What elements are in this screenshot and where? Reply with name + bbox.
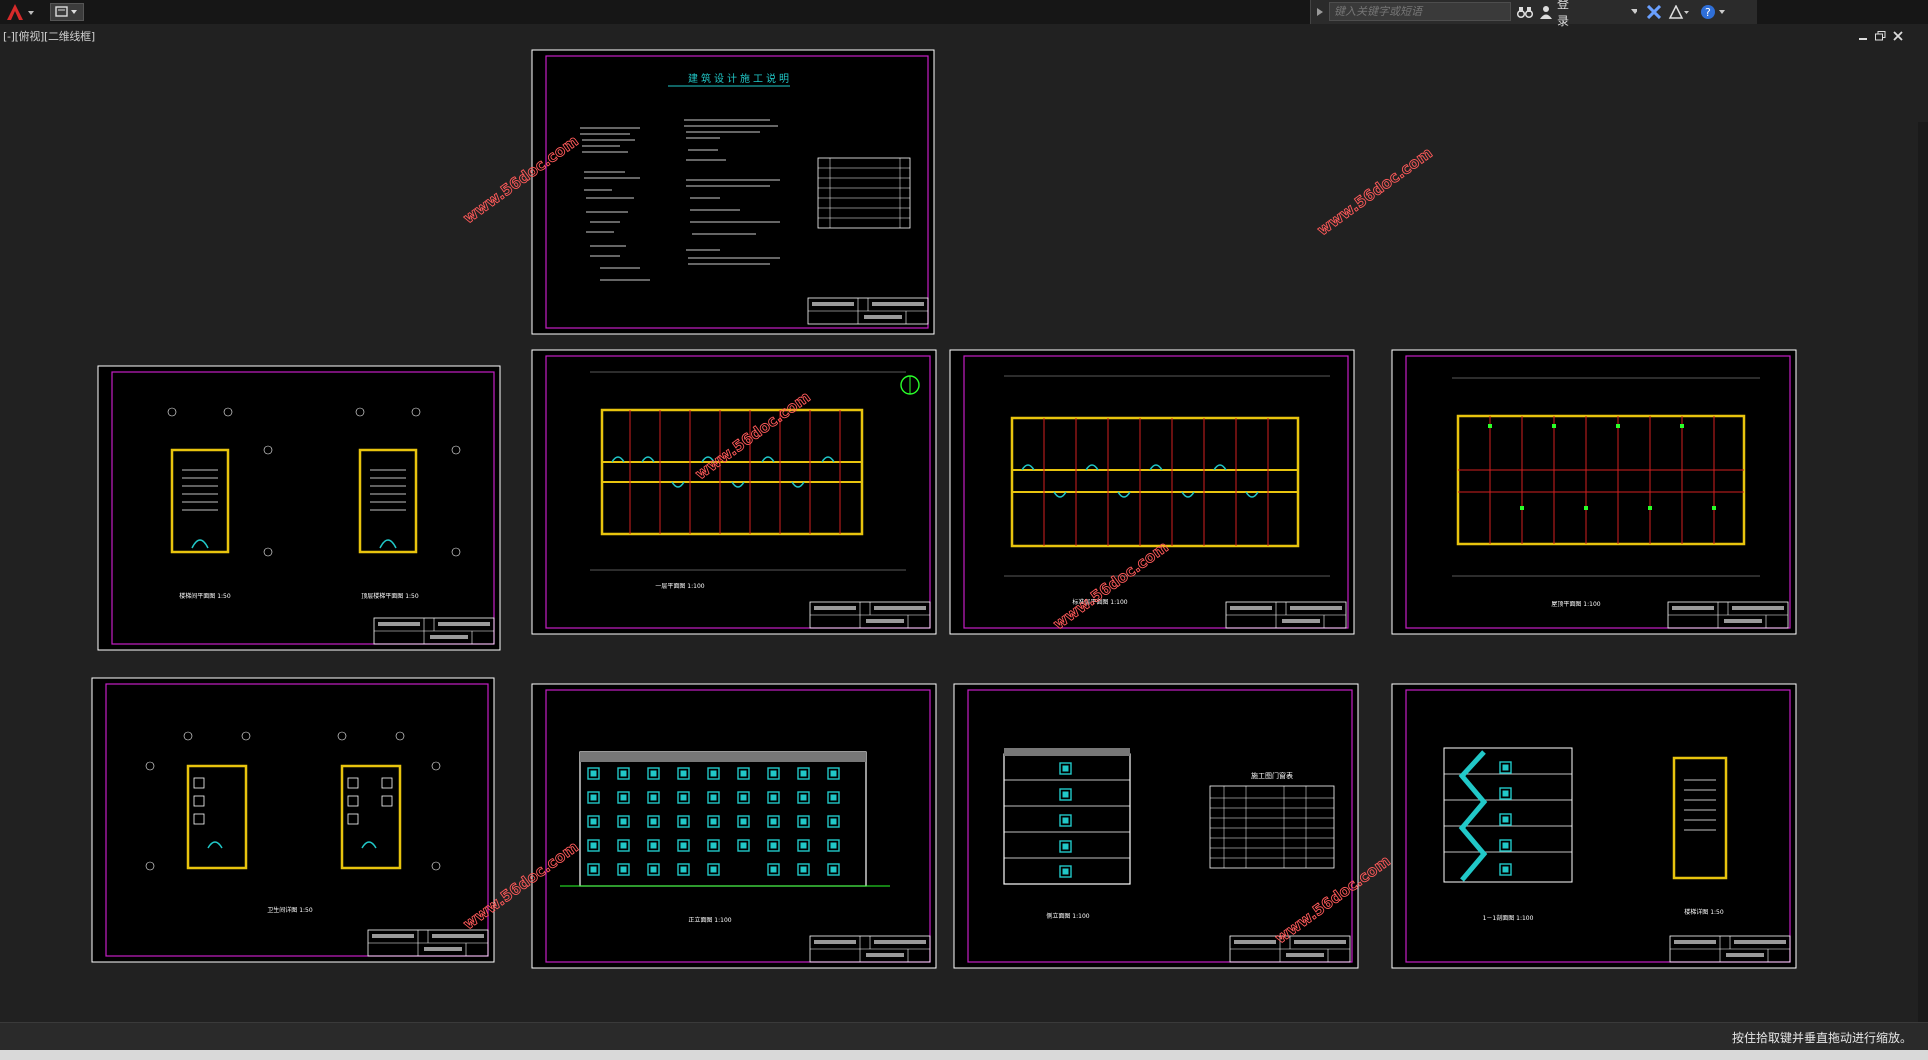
sheet-front-elevation[interactable]: 正立面图 1:100 xyxy=(531,683,937,969)
exchange-icon[interactable] xyxy=(1645,3,1663,21)
search-input[interactable] xyxy=(1329,2,1511,21)
user-icon xyxy=(1537,3,1555,21)
stay-connected-icon[interactable] xyxy=(1667,3,1691,21)
drawing-canvas[interactable]: 建筑设计施工说明 楼梯间平面图 1:50 顶层楼梯平面图 1:50 一层平面图 … xyxy=(0,38,1918,1022)
chevron-down-icon xyxy=(1630,9,1637,14)
login-label: 登录 xyxy=(1557,0,1570,28)
help-icon[interactable]: ? xyxy=(1699,3,1727,21)
login-button[interactable]: 登录 xyxy=(1557,0,1637,28)
infocenter: 登录 ? xyxy=(1310,0,1757,28)
quick-access-toolbar-button[interactable] xyxy=(50,3,84,21)
status-message: 按住拾取键并垂直拖动进行缩放。 xyxy=(1731,1031,1912,1045)
door-window-table-title: 施工图门窗表 xyxy=(1251,771,1293,780)
right-edge-bar xyxy=(1918,122,1928,1022)
side-elevation-caption: 侧立面图 1:100 xyxy=(1046,912,1089,920)
status-bar: 按住拾取键并垂直拖动进行缩放。 xyxy=(0,1022,1928,1051)
bottom-strip xyxy=(0,1050,1928,1060)
notes-title: 建筑设计施工说明 xyxy=(688,72,792,85)
expand-arrow-icon[interactable] xyxy=(1316,7,1324,17)
stair-plan-caption: 楼梯间平面图 1:50 xyxy=(179,592,231,600)
title-bar: 登录 ? xyxy=(0,0,1928,28)
watermark-2: www.56doc.com xyxy=(1314,144,1436,239)
app-menu-button[interactable] xyxy=(0,0,46,24)
ground-floor-caption: 一层平面图 1:100 xyxy=(655,583,704,590)
sheet-ground-floor-plan[interactable]: 一层平面图 1:100 xyxy=(531,349,937,635)
sheet-typical-floor-plan[interactable]: 标准层平面图 1:100 xyxy=(949,349,1355,635)
sheet-section-stair-detail[interactable]: 1－1剖面图 1:100 楼梯详图 1:50 xyxy=(1391,683,1797,969)
binoculars-icon[interactable] xyxy=(1515,3,1535,21)
autocad-logo-icon xyxy=(7,4,34,20)
sheet-toilet-plans[interactable]: 卫生间详图 1:50 xyxy=(91,677,495,963)
svg-text:?: ? xyxy=(1705,6,1711,19)
stair-plan-caption-2: 顶层楼梯平面图 1:50 xyxy=(361,592,419,600)
sheet-design-notes[interactable]: 建筑设计施工说明 xyxy=(531,49,935,335)
toilet-plan-caption: 卫生间详图 1:50 xyxy=(267,906,313,914)
stair-detail-caption: 楼梯详图 1:50 xyxy=(1684,908,1724,916)
sheet-roof-plan[interactable]: 屋顶平面图 1:100 xyxy=(1391,349,1797,635)
front-elevation-caption: 正立面图 1:100 xyxy=(688,916,731,924)
workspace-icon xyxy=(55,6,77,17)
roof-plan-caption: 屋顶平面图 1:100 xyxy=(1551,601,1600,608)
sheet-stair-plans[interactable]: 楼梯间平面图 1:50 顶层楼梯平面图 1:50 xyxy=(97,365,501,651)
section-caption: 1－1剖面图 1:100 xyxy=(1483,914,1534,922)
